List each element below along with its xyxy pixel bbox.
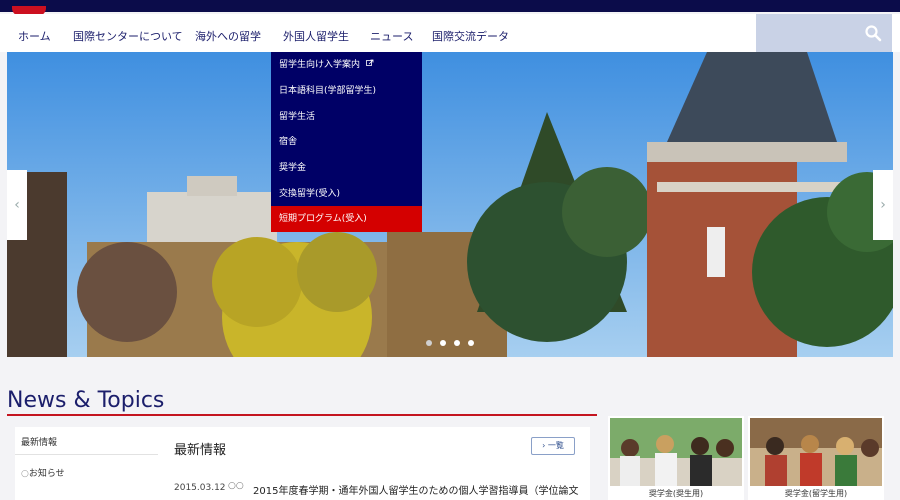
campus-photo: [7, 52, 893, 357]
hero-carousel-image: [7, 52, 893, 357]
view-all-button[interactable]: › 一覧: [531, 437, 575, 455]
chevron-right-icon: ›: [542, 441, 546, 450]
bullet-circle-icon: ○: [21, 469, 29, 479]
carousel-indicators: [426, 340, 474, 346]
nav-item-about[interactable]: 国際センターについて: [73, 28, 183, 44]
sidebar-item-latest[interactable]: 最新情報: [21, 435, 57, 448]
card-label: 奨学金(奨生用): [648, 489, 704, 498]
scholarship-card-japanese[interactable]: 奨学金(奨生用): [608, 416, 744, 500]
top-bar: [0, 0, 900, 12]
section-divider: [7, 414, 597, 416]
nav-item-study-abroad[interactable]: 海外への留学: [195, 28, 261, 44]
search-icon[interactable]: [864, 24, 882, 42]
carousel-next-button[interactable]: ›: [873, 170, 893, 240]
nav-item-news[interactable]: ニュース: [370, 28, 413, 44]
dropdown-item-scholarship[interactable]: 奨学金: [271, 155, 422, 181]
dropdown-menu-international-students: 留学生向け入学案内 日本語科目(学部留学生) 留学生活 宿舎 奨学金 交換留学(…: [271, 52, 422, 232]
dropdown-item-housing[interactable]: 宿舎: [271, 129, 422, 155]
section-title: News & Topics: [7, 388, 165, 413]
dropdown-item-admission[interactable]: 留学生向け入学案内: [271, 52, 422, 78]
carousel-dot-4[interactable]: [468, 340, 474, 346]
nav-item-home[interactable]: ホーム: [18, 28, 51, 44]
scholarship-card-international[interactable]: 奨学金(留学生用): [748, 416, 884, 500]
news-category-icons: ○○: [228, 481, 244, 491]
news-heading: 最新情報: [174, 443, 227, 458]
card-label: 奨学金(留学生用): [784, 489, 848, 498]
carousel-dot-2[interactable]: [440, 340, 446, 346]
card-photo: [610, 418, 742, 486]
external-link-icon: [365, 59, 374, 66]
nav-item-data[interactable]: 国際交流データ: [432, 28, 509, 44]
dropdown-item-japanese-courses[interactable]: 日本語科目(学部留学生): [271, 78, 422, 104]
dropdown-item-label: 留学生向け入学案内: [279, 60, 361, 70]
carousel-prev-button[interactable]: ‹: [7, 170, 27, 240]
carousel-dot-1[interactable]: [426, 340, 432, 346]
news-sidebar: 最新情報 ○お知らせ: [15, 427, 158, 500]
dropdown-item-student-life[interactable]: 留学生活: [271, 104, 422, 130]
search-box[interactable]: [756, 14, 892, 52]
news-date: 2015.03.12: [174, 483, 226, 493]
news-main: 最新情報 › 一覧 2015.03.12 ○○ 2015年度春学期・通年外国人留…: [158, 427, 590, 500]
nav-item-international-students[interactable]: 外国人留学生: [283, 28, 349, 44]
card-photo: [750, 418, 882, 486]
view-all-label: 一覧: [547, 441, 564, 450]
main-nav: ホーム 国際センターについて 海外への留学 外国人留学生 ニュース 国際交流デー…: [0, 14, 900, 52]
sidebar-divider: [15, 454, 158, 455]
dropdown-item-exchange[interactable]: 交換留学(受入): [271, 181, 422, 207]
sidebar-item-label: お知らせ: [28, 469, 65, 479]
sidebar-item-notices[interactable]: ○お知らせ: [21, 466, 65, 479]
carousel-dot-3[interactable]: [454, 340, 460, 346]
news-link[interactable]: 2015年度春学期・通年外国人留学生のための個人学習指導員（学位論文: [253, 482, 583, 497]
dropdown-item-short-term-program[interactable]: 短期プログラム(受入): [271, 206, 422, 232]
